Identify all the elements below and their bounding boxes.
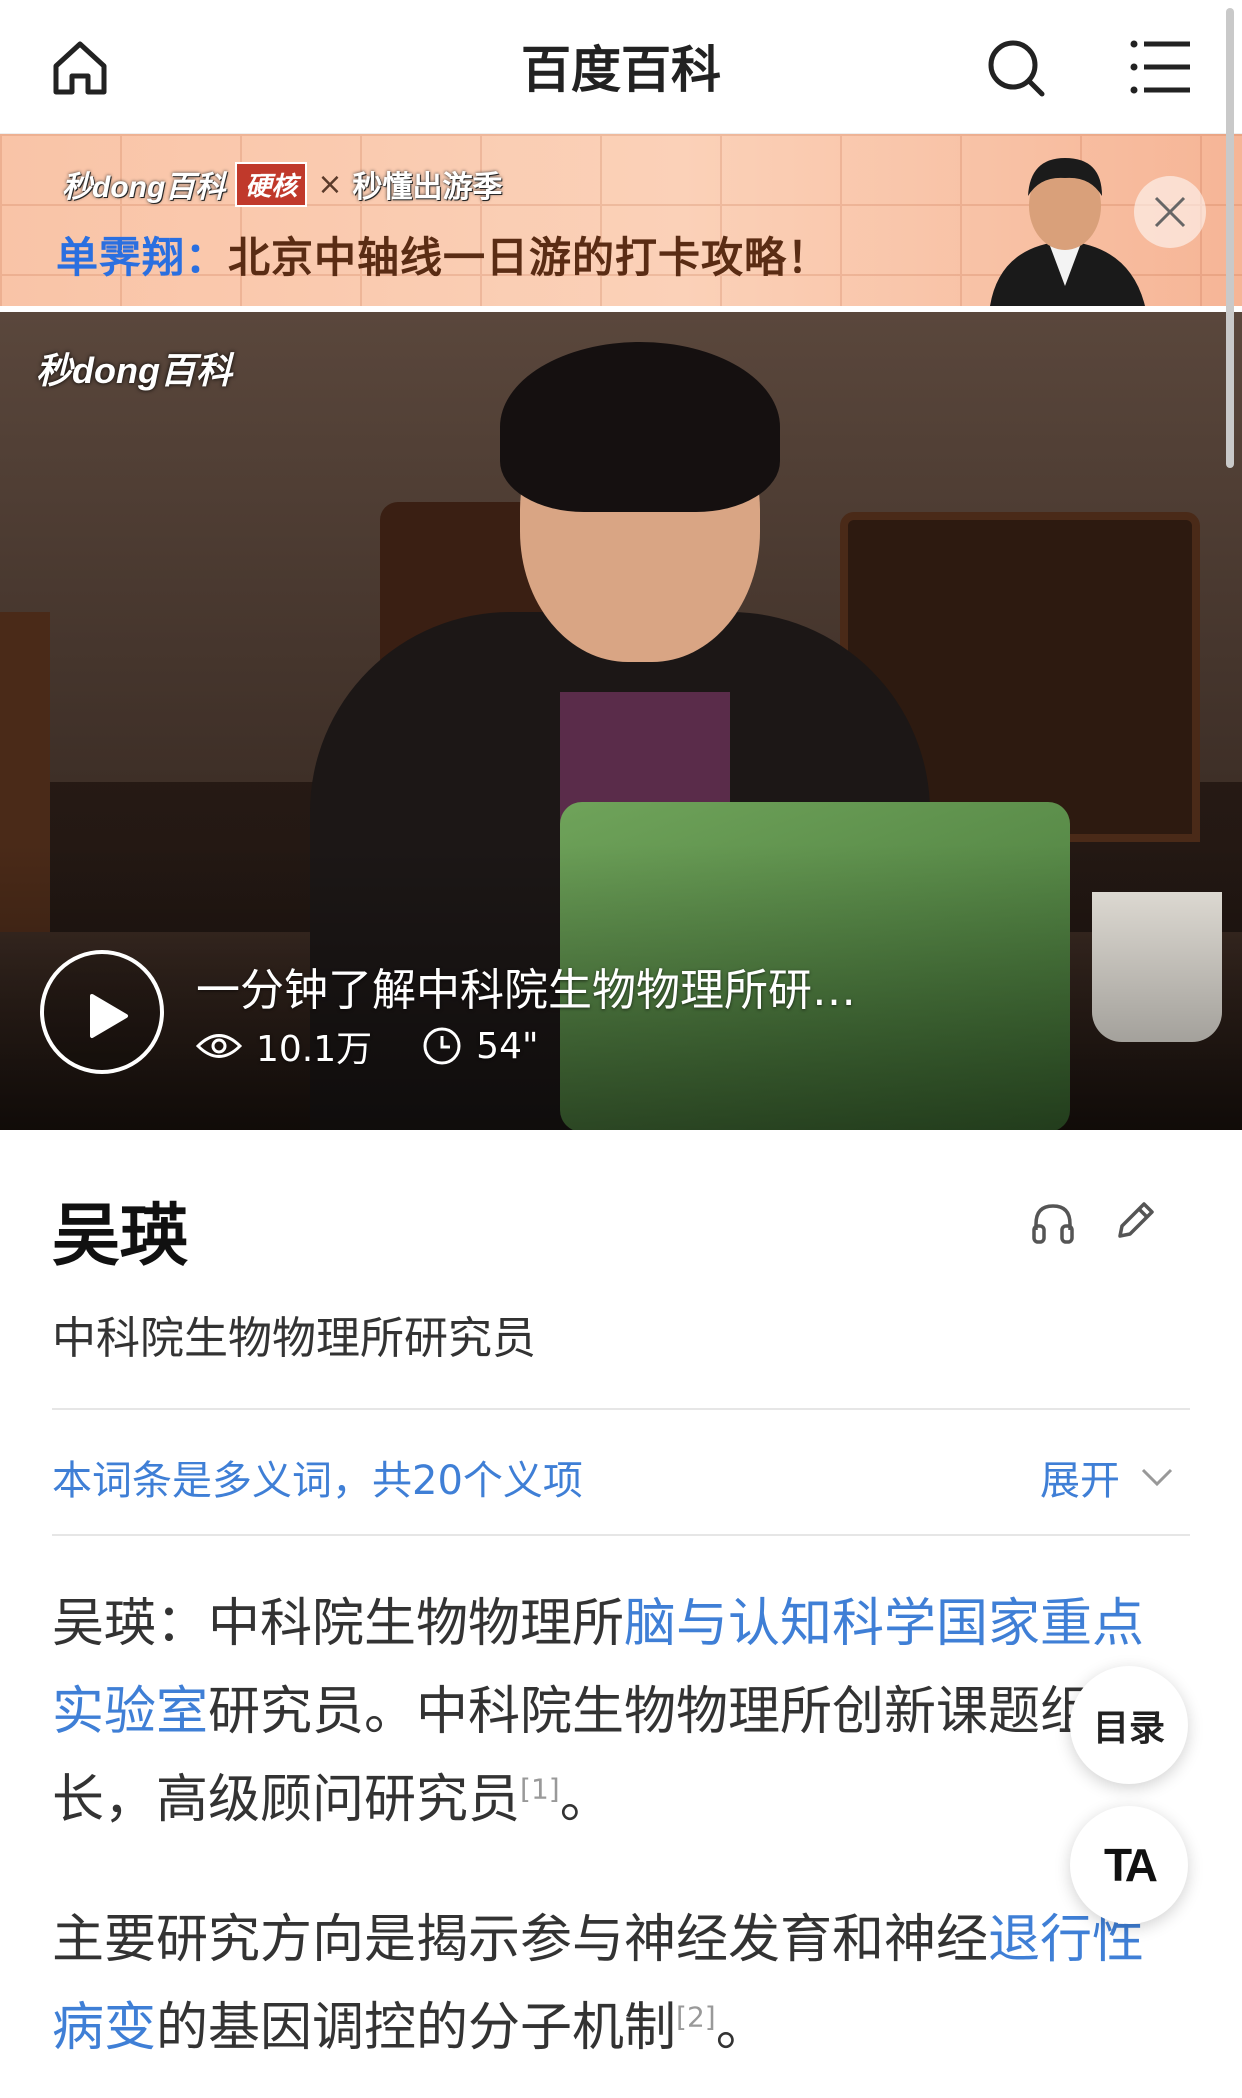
reference-1[interactable]: [1] <box>520 1773 560 1806</box>
clock-icon <box>423 1027 461 1065</box>
text: 主要研究方向是揭示参与神经发育和神经 <box>52 1910 989 1970</box>
video-brand-logo: 秒dong百科 <box>36 350 232 391</box>
font-size-label: TA <box>1104 1839 1158 1891</box>
banner-hard-tag: 硬核 <box>235 161 308 207</box>
banner-brand-logo: 秒dong百科 <box>62 171 226 204</box>
pencil-icon[interactable] <box>1112 1198 1158 1244</box>
close-icon <box>1154 196 1186 228</box>
video-play-button[interactable] <box>40 950 164 1074</box>
banner-headline-name: 单霁翔： <box>56 233 229 282</box>
banner-brand-line: 秒dong百科 硬核 × 秒懂出游季 <box>62 161 503 207</box>
banner-headline: 单霁翔：北京中轴线一日游的打卡攻略！ <box>56 224 830 285</box>
text: 吴瑛：中科院生物物理所 <box>52 1594 625 1654</box>
article-paragraph: 主要研究方向是揭示参与神经发育和神经退行性病变的基因调控的分子机制[2]。 <box>52 1896 1192 2072</box>
play-icon <box>90 994 128 1038</box>
reference-2[interactable]: [2] <box>676 2001 716 2034</box>
video-player[interactable]: 秒dong百科 一分钟了解中科院生物物理所研… 10.1万 54" <box>0 312 1242 1130</box>
video-views-count: 10.1万 <box>256 1029 373 1070</box>
search-icon[interactable] <box>984 36 1048 100</box>
scrollbar[interactable] <box>1226 8 1234 468</box>
video-meta: 10.1万 54" <box>196 1020 589 1072</box>
video-views: 10.1万 <box>196 1020 372 1072</box>
text: 。 <box>559 1770 612 1830</box>
divider <box>52 1534 1190 1536</box>
divider <box>52 1408 1190 1410</box>
article-paragraph: 吴瑛：中科院生物物理所脑与认知科学国家重点实验室研究员。中科院生物物理所创新课题… <box>52 1580 1192 1844</box>
font-size-button[interactable]: TA <box>1070 1806 1188 1924</box>
text: 。 <box>715 1998 768 2058</box>
banner-headline-text: 北京中轴线一日游的打卡攻略！ <box>228 233 831 282</box>
top-nav: 百度百科 <box>0 0 1242 134</box>
promo-banner[interactable]: 秒dong百科 硬核 × 秒懂出游季 单霁翔：北京中轴线一日游的打卡攻略！ <box>0 134 1242 306</box>
entry-subtitle: 中科院生物物理所研究员 <box>52 1313 536 1364</box>
banner-person-image <box>990 158 1145 306</box>
entry-title: 吴瑛 <box>52 1197 189 1276</box>
menu-icon[interactable] <box>1130 38 1192 96</box>
chevron-down-icon <box>1141 1468 1173 1487</box>
video-duration-value: 54" <box>476 1025 539 1067</box>
video-title[interactable]: 一分钟了解中科院生物物理所研… <box>196 954 1016 1018</box>
banner-close-button[interactable] <box>1134 176 1206 248</box>
toc-label: 目录 <box>1092 1708 1165 1749</box>
expand-button[interactable]: 展开 <box>1040 1448 1174 1506</box>
app-title: 百度百科 <box>521 41 721 99</box>
headphones-icon[interactable] <box>1030 1200 1076 1246</box>
eye-icon <box>196 1034 242 1058</box>
banner-season: 秒懂出游季 <box>352 170 503 205</box>
video-duration: 54" <box>422 1025 539 1067</box>
banner-times: × <box>317 166 343 202</box>
toc-button[interactable]: 目录 <box>1070 1666 1188 1784</box>
expand-label: 展开 <box>1040 1458 1120 1504</box>
text: 的基因调控的分子机制 <box>156 1998 677 2058</box>
polysemy-notice[interactable]: 本词条是多义词，共20个义项 <box>52 1448 583 1506</box>
